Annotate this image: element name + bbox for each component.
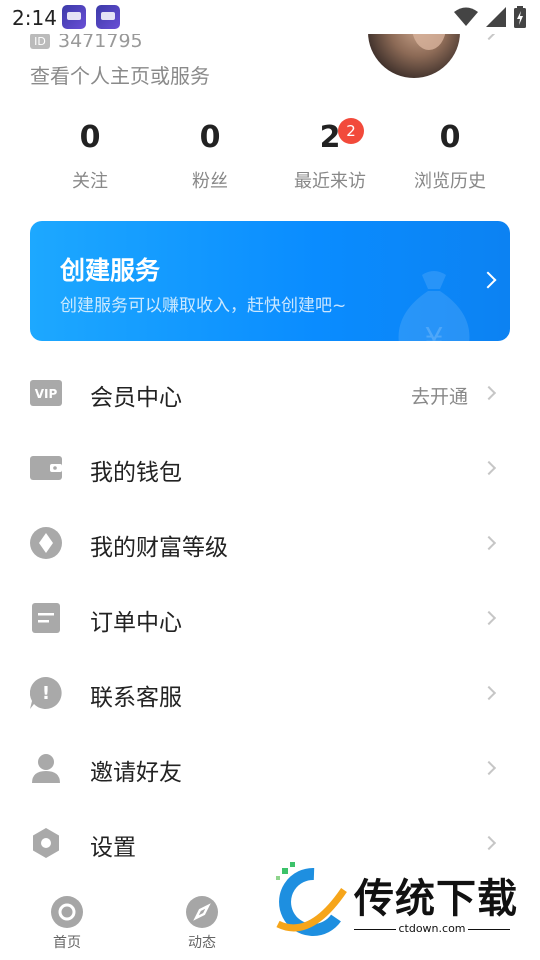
stat-value: 0 [199, 120, 221, 155]
chevron-right-icon [481, 760, 497, 776]
stat-label: 粉丝 [192, 171, 228, 192]
watermark: 传统下载 ctdown.com [270, 862, 520, 942]
menu-item-label: 邀请好友 [90, 760, 182, 786]
view-profile-link[interactable]: 查看个人主页或服务 [30, 60, 210, 89]
watermark-logo-icon [276, 862, 347, 936]
activate-link[interactable]: 去开通 [411, 382, 468, 409]
menu-item-wealth-level[interactable]: 我的财富等级 [0, 505, 540, 580]
chevron-right-icon [481, 685, 497, 701]
chevron-right-icon [481, 535, 497, 551]
home-icon [51, 896, 83, 928]
order-icon [30, 602, 62, 634]
settings-icon [30, 827, 62, 859]
vip-icon: VIP [30, 377, 62, 409]
menu-item-invite-friends[interactable]: 邀请好友 [0, 730, 540, 805]
menu-item-label: 联系客服 [90, 685, 182, 711]
stat-followers[interactable]: 0 粉丝 [150, 118, 270, 198]
svg-text:!: ! [42, 683, 50, 704]
compass-icon [186, 896, 218, 928]
wallet-icon [30, 452, 62, 484]
menu-item-order-center[interactable]: 订单中心 [0, 580, 540, 655]
menu-item-label: 我的财富等级 [90, 535, 228, 561]
app-notification-icon [96, 5, 120, 29]
menu-item-label: 订单中心 [90, 610, 182, 636]
customer-service-icon: ! [30, 677, 62, 709]
banner-subtitle: 创建服务可以赚取收入，赶快创建吧~ [60, 296, 347, 316]
invite-friend-icon [30, 752, 62, 784]
nav-home[interactable]: 首页 [32, 896, 102, 952]
watermark-text: 传统下载 [354, 876, 518, 922]
status-icons [454, 6, 526, 28]
notification-badge: 2 [338, 118, 364, 144]
bag-glyph: ¥ [424, 322, 443, 341]
menu-item-label: 会员中心 [90, 385, 182, 411]
nav-label: 动态 [188, 935, 216, 951]
svg-text:VIP: VIP [35, 387, 58, 401]
stat-value: 2 [319, 120, 341, 155]
signal-icon [486, 7, 506, 27]
menu-item-customer-service[interactable]: ! 联系客服 [0, 655, 540, 730]
wifi-icon [454, 7, 478, 26]
stat-label: 浏览历史 [414, 171, 486, 192]
nav-moments[interactable]: 动态 [167, 896, 237, 952]
stat-label: 最近来访 [294, 171, 366, 192]
stat-following[interactable]: 0 关注 [30, 118, 150, 198]
menu-list: VIP 会员中心 去开通 我的钱包 我的财富等级 订单中心 ! 联系客服 邀请好… [0, 355, 540, 880]
battery-icon [514, 6, 526, 28]
status-time: 2:14 [12, 6, 57, 30]
stat-recent-visitors[interactable]: 2 2 最近来访 [270, 118, 390, 198]
stats-row: 0 关注 0 粉丝 2 2 最近来访 0 浏览历史 [30, 118, 510, 198]
status-bar: 2:14 [0, 0, 540, 34]
chevron-right-icon [481, 385, 497, 401]
menu-item-label: 设置 [90, 835, 136, 861]
create-service-banner[interactable]: 创建服务 创建服务可以赚取收入，赶快创建吧~ ¥ [30, 221, 510, 341]
stat-value: 0 [439, 120, 461, 155]
chevron-right-icon [481, 610, 497, 626]
money-bag-icon: ¥ [398, 271, 470, 341]
banner-title: 创建服务 [60, 256, 161, 285]
stat-label: 关注 [72, 171, 108, 192]
menu-item-wallet[interactable]: 我的钱包 [0, 430, 540, 505]
chevron-right-icon [481, 835, 497, 851]
id-tag: ID [30, 33, 50, 49]
chevron-right-icon [481, 460, 497, 476]
menu-item-label: 我的钱包 [90, 460, 182, 486]
menu-item-vip-center[interactable]: VIP 会员中心 去开通 [0, 355, 540, 430]
chevron-right-icon [479, 271, 497, 289]
app-notification-icon [62, 5, 86, 29]
stat-browse-history[interactable]: 0 浏览历史 [390, 118, 510, 198]
watermark-url: ctdown.com [354, 922, 510, 935]
nav-label: 首页 [53, 935, 81, 951]
diamond-icon [30, 527, 62, 559]
stat-value: 0 [79, 120, 101, 155]
